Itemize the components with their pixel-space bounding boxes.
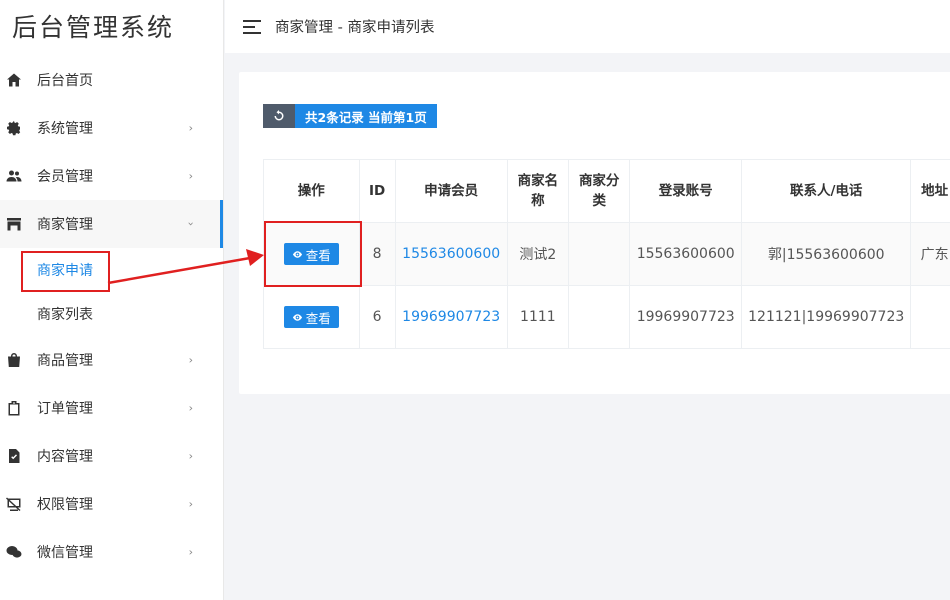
refresh-button[interactable] [263, 104, 295, 128]
sidebar-item-content[interactable]: 内容管理 › [0, 432, 223, 480]
sidebar-item-merchants[interactable]: 商家管理 › [0, 200, 223, 248]
submenu-item-merchant-list[interactable]: 商家列表 [0, 292, 223, 336]
record-summary: 共2条记录 当前第1页 [295, 104, 437, 128]
cell-member: 19969907723 [394, 285, 508, 349]
merchant-apply-table: 操作 ID 申请会员 商家名称 商家分类 登录账号 联系人/电话 地址 查看 8… [263, 159, 950, 349]
cell-merchant-name: 测试2 [506, 222, 570, 286]
col-header-member: 申请会员 [394, 159, 508, 223]
table-header-row: 操作 ID 申请会员 商家名称 商家分类 登录账号 联系人/电话 地址 [263, 159, 950, 223]
col-header-login-account: 登录账号 [629, 159, 743, 223]
sidebar-item-label: 权限管理 [37, 497, 93, 513]
sidebar-menu: 后台首页 系统管理 › 会员管理 › 商家管理 › 商家申请 商家列表 商品管理… [0, 56, 223, 576]
view-button[interactable]: 查看 [283, 243, 339, 265]
submenu-item-merchant-apply[interactable]: 商家申请 [0, 248, 223, 292]
sidebar-item-label: 订单管理 [37, 401, 93, 417]
view-button-label: 查看 [305, 310, 331, 326]
cell-login-account: 19969907723 [629, 285, 743, 349]
chevron-right-icon: › [188, 545, 193, 559]
document-check-icon [6, 448, 22, 464]
app-title: 后台管理系统 [12, 13, 175, 42]
sidebar-item-wechat[interactable]: 微信管理 › [0, 528, 223, 576]
col-header-category: 商家分类 [568, 159, 631, 223]
sidebar-item-home[interactable]: 后台首页 [0, 56, 223, 104]
wechat-icon [6, 544, 22, 560]
table-row: 查看 6 19969907723 1111 19969907723 121121… [263, 285, 950, 349]
cell-contact: 郭|15563600600 [741, 222, 912, 286]
eye-icon [292, 250, 302, 258]
cell-address: 广东 [910, 222, 950, 286]
refresh-icon [274, 110, 284, 121]
sidebar-item-system[interactable]: 系统管理 › [0, 104, 223, 152]
highlight-box [21, 251, 110, 292]
member-link[interactable]: 19969907723 [402, 309, 500, 325]
col-header-action: 操作 [263, 159, 360, 223]
sidebar-item-products[interactable]: 商品管理 › [0, 336, 223, 384]
chevron-right-icon: › [188, 497, 193, 511]
cell-address [910, 285, 950, 349]
cell-category [568, 222, 631, 286]
content-card: 共2条记录 当前第1页 操作 ID 申请会员 商家名称 商家分类 登录账号 联系… [239, 72, 950, 394]
cell-merchant-name: 1111 [506, 285, 570, 349]
cell-category [568, 285, 631, 349]
users-icon [6, 168, 22, 184]
chevron-right-icon: › [188, 401, 193, 415]
merchant-submenu: 商家申请 商家列表 [0, 248, 223, 336]
sidebar-item-members[interactable]: 会员管理 › [0, 152, 223, 200]
sidebar-item-label: 后台首页 [37, 73, 93, 89]
sidebar: 后台管理系统 后台首页 系统管理 › 会员管理 › 商家管理 › 商家申请 商家… [0, 0, 224, 600]
eye-icon [292, 313, 302, 321]
chevron-right-icon: › [188, 449, 193, 463]
sidebar-item-label: 微信管理 [37, 545, 93, 561]
cell-action: 查看 [263, 285, 360, 349]
sidebar-item-label: 系统管理 [37, 121, 93, 137]
cell-action: 查看 [263, 221, 362, 287]
desktop-off-icon [6, 496, 22, 512]
view-button-label: 查看 [305, 247, 331, 263]
breadcrumb: 商家管理 - 商家申请列表 [275, 20, 435, 36]
cell-id: 8 [358, 222, 396, 286]
chevron-right-icon: › [188, 353, 193, 367]
cell-login-account: 15563600600 [629, 222, 743, 286]
cell-contact: 121121|19969907723 [741, 285, 912, 349]
col-header-merchant-name: 商家名称 [506, 159, 570, 223]
shopping-bag-icon [6, 352, 22, 368]
col-header-address: 地址 [910, 159, 950, 223]
chevron-right-icon: › [188, 121, 193, 135]
top-bar: 商家管理 - 商家申请列表 [225, 0, 950, 53]
gear-icon [6, 120, 22, 136]
col-header-contact: 联系人/电话 [741, 159, 912, 223]
menu-toggle-icon[interactable] [243, 19, 261, 34]
table-row: 查看 8 15563600600 测试2 15563600600 郭|15563… [263, 221, 950, 287]
sidebar-item-label: 会员管理 [37, 169, 93, 185]
sidebar-item-permissions[interactable]: 权限管理 › [0, 480, 223, 528]
member-link[interactable]: 15563600600 [402, 246, 500, 262]
submenu-item-label: 商家列表 [37, 307, 93, 323]
pager-bar: 共2条记录 当前第1页 [263, 104, 437, 128]
sidebar-item-label: 商家管理 [37, 217, 93, 233]
cell-id: 6 [358, 285, 396, 349]
store-icon [6, 216, 22, 232]
clipboard-icon [6, 400, 22, 416]
sidebar-item-label: 商品管理 [37, 353, 93, 369]
cell-member: 15563600600 [394, 222, 508, 286]
chevron-right-icon: › [188, 169, 193, 183]
view-button[interactable]: 查看 [283, 306, 339, 328]
chevron-down-icon: › [184, 221, 198, 227]
home-icon [6, 72, 22, 88]
col-header-id: ID [358, 159, 396, 223]
sidebar-item-orders[interactable]: 订单管理 › [0, 384, 223, 432]
sidebar-item-label: 内容管理 [37, 449, 93, 465]
